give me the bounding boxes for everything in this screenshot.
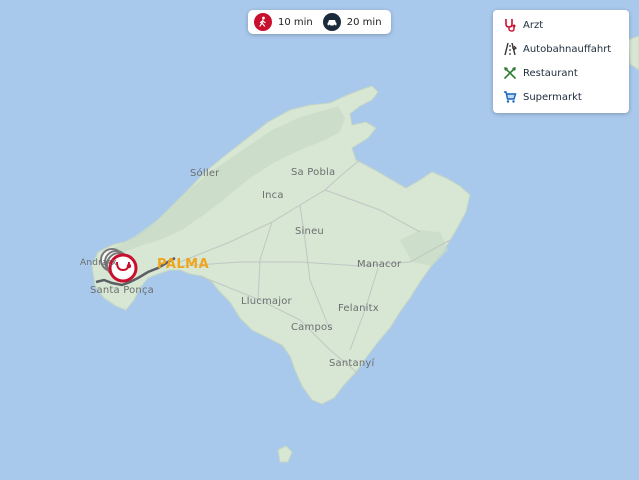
- walk-time-label: 10 min: [278, 16, 313, 28]
- stethoscope-icon: [503, 18, 517, 32]
- legend-item-restaurant[interactable]: Restaurant: [493, 61, 629, 85]
- car-icon: [322, 13, 341, 31]
- cart-icon: [503, 90, 517, 104]
- place-label-soller: Sóller: [190, 168, 220, 179]
- poi-legend: Arzt Autobahnauffahrt Restaurant Superma…: [493, 10, 629, 113]
- legend-item-supermarkt[interactable]: Supermarkt: [493, 85, 629, 109]
- travel-time-selector: 10 min 20 min: [248, 10, 391, 34]
- cutlery-icon: [503, 66, 517, 80]
- legend-label-arzt: Arzt: [523, 19, 544, 31]
- place-label-andratx: Andratx: [80, 258, 118, 268]
- legend-item-autobahnauffahrt[interactable]: Autobahnauffahrt: [493, 37, 629, 61]
- highway-icon: [503, 42, 517, 56]
- drive-time-label: 20 min: [346, 16, 382, 28]
- place-label-sa-pobla: Sa Pobla: [291, 167, 336, 178]
- city-label-palma: PALMA: [157, 257, 210, 272]
- place-label-santa-ponca: Santa Ponça: [90, 285, 154, 296]
- place-label-llucmajor: Llucmajor: [241, 296, 292, 307]
- place-label-campos: Campos: [291, 322, 333, 333]
- legend-label-restaurant: Restaurant: [523, 67, 578, 79]
- walking-icon: [254, 13, 272, 31]
- place-label-sineu: Sineu: [295, 226, 324, 237]
- walk-time-option[interactable]: 10 min: [248, 10, 319, 34]
- legend-item-arzt[interactable]: Arzt: [493, 13, 629, 37]
- drive-time-option[interactable]: 20 min: [319, 10, 388, 34]
- legend-label-supermarkt: Supermarkt: [523, 91, 582, 103]
- legend-label-autobahnauffahrt: Autobahnauffahrt: [523, 43, 612, 55]
- place-label-inca: Inca: [262, 190, 284, 201]
- place-label-manacor: Manacor: [357, 259, 402, 270]
- place-label-santanyi: Santanyí: [329, 358, 375, 369]
- place-label-felanitx: Felanitx: [338, 303, 379, 314]
